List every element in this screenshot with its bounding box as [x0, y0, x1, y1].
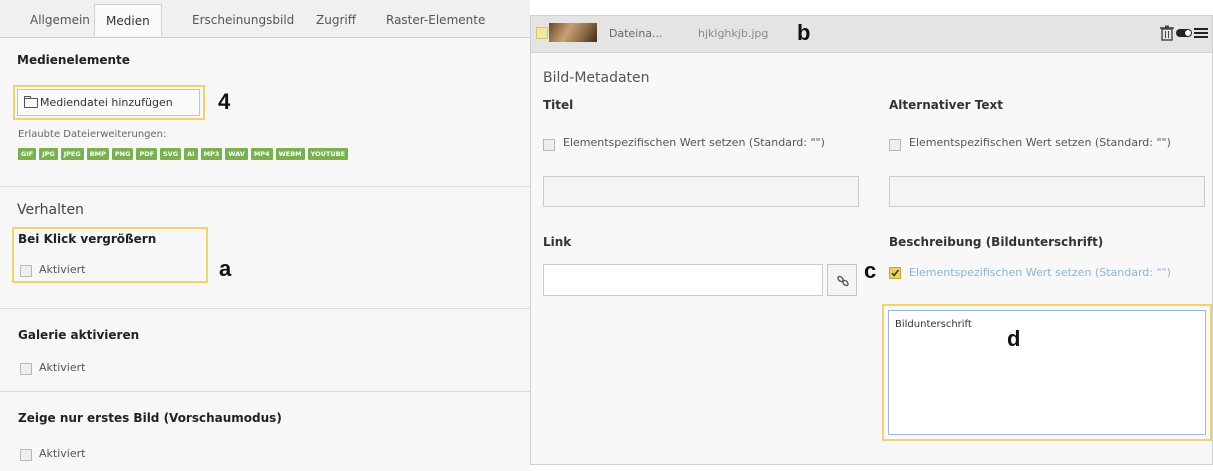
ext-badge: PDF	[136, 148, 158, 160]
tab-medien[interactable]: Medien	[94, 4, 162, 36]
alt-text-override-text: Elementspezifischen Wert setzen (Standar…	[909, 136, 1171, 149]
ext-badge: BMP	[86, 148, 109, 160]
allowed-extensions-label: Erlaubte Dateierweiterungen:	[18, 129, 167, 140]
gallery-title: Galerie aktivieren	[18, 328, 140, 342]
titel-label: Titel	[543, 98, 574, 112]
alt-text-label: Alternativer Text	[889, 98, 1003, 112]
divider	[0, 186, 530, 187]
caption-override-checkbox[interactable]	[889, 267, 901, 279]
link-icon	[837, 275, 849, 287]
ext-badge: PNG	[111, 148, 134, 160]
folder-icon	[24, 96, 38, 108]
titel-override-checkbox[interactable]	[543, 139, 555, 151]
annotation-b: b	[797, 20, 811, 45]
tab-raster-elemente[interactable]: Raster-Elemente	[375, 4, 496, 36]
tab-zugriff[interactable]: Zugriff	[305, 4, 367, 36]
media-section-title: Medienelemente	[17, 53, 130, 67]
add-media-label: Mediendatei hinzufügen	[40, 96, 173, 109]
checkmark-icon	[891, 269, 900, 277]
titel-input[interactable]	[543, 176, 859, 207]
ext-badge: JPEG	[60, 148, 84, 160]
tab-erscheinungsbild[interactable]: Erscheinungsbild	[181, 4, 305, 36]
tab-allgemein[interactable]: Allgemein	[19, 4, 101, 36]
annotation-a: a	[219, 256, 232, 281]
annotation-c: c	[864, 258, 877, 283]
ext-badge: AI	[184, 148, 198, 160]
alt-text-input[interactable]	[889, 176, 1205, 207]
caption-override-text: Elementspezifischen Wert setzen (Standar…	[909, 266, 1171, 279]
ext-badge: GIF	[18, 148, 37, 160]
gallery-label: Aktiviert	[39, 361, 86, 374]
ext-badge: WAV	[225, 148, 248, 160]
click-enlarge-checkbox[interactable]	[20, 265, 32, 277]
file-header: Dateina... hjklghkjb.jpg b	[531, 16, 1212, 53]
ext-badge: WEBM	[275, 148, 305, 160]
menu-icon[interactable]	[1191, 23, 1211, 43]
tab-bar: Allgemein Medien Erscheinungsbild Zugrif…	[0, 0, 530, 38]
ext-badge: SVG	[160, 148, 182, 160]
caption-textarea[interactable]: Bildunterschrift	[888, 310, 1206, 435]
content-element-form: Allgemein Medien Erscheinungsbild Zugrif…	[0, 0, 530, 471]
extension-badges: GIF JPG JPEG BMP PNG PDF SVG AI MP3 WAV …	[18, 148, 528, 160]
gallery-checkbox[interactable]	[20, 363, 32, 375]
ext-badge: JPG	[39, 148, 58, 160]
image-thumbnail	[549, 23, 597, 42]
ext-badge: MP3	[200, 148, 223, 160]
annotation-4: 4	[218, 89, 231, 114]
ext-badge: YOUTUBE	[307, 148, 349, 160]
click-enlarge-title: Bei Klick vergrößern	[18, 232, 157, 246]
add-media-button[interactable]: Mediendatei hinzufügen	[17, 89, 200, 116]
divider	[0, 308, 530, 309]
click-enlarge-label: Aktiviert	[39, 263, 86, 276]
expand-toggle-icon[interactable]	[536, 27, 548, 39]
link-label: Link	[543, 235, 572, 249]
first-image-label: Aktiviert	[39, 447, 86, 460]
ext-badge: MP4	[250, 148, 273, 160]
divider	[0, 391, 530, 392]
link-picker-button[interactable]	[827, 264, 857, 296]
behavior-heading: Verhalten	[17, 202, 84, 218]
link-input[interactable]	[543, 264, 823, 296]
first-image-checkbox[interactable]	[20, 449, 32, 461]
annotation-d: d	[1007, 326, 1021, 351]
file-name-truncated: Dateina...	[609, 27, 663, 40]
titel-override-text: Elementspezifischen Wert setzen (Standar…	[563, 136, 825, 149]
metadata-title: Bild-Metadaten	[543, 70, 650, 86]
file-name: hjklghkjb.jpg	[698, 27, 769, 40]
alt-text-override-checkbox[interactable]	[889, 139, 901, 151]
caption-value: Bildunterschrift	[895, 319, 972, 330]
first-image-title: Zeige nur erstes Bild (Vorschaumodus)	[18, 411, 282, 425]
caption-label: Beschreibung (Bildunterschrift)	[889, 235, 1104, 249]
image-metadata-panel: Dateina... hjklghkjb.jpg b Bild-Metadate…	[530, 15, 1213, 465]
